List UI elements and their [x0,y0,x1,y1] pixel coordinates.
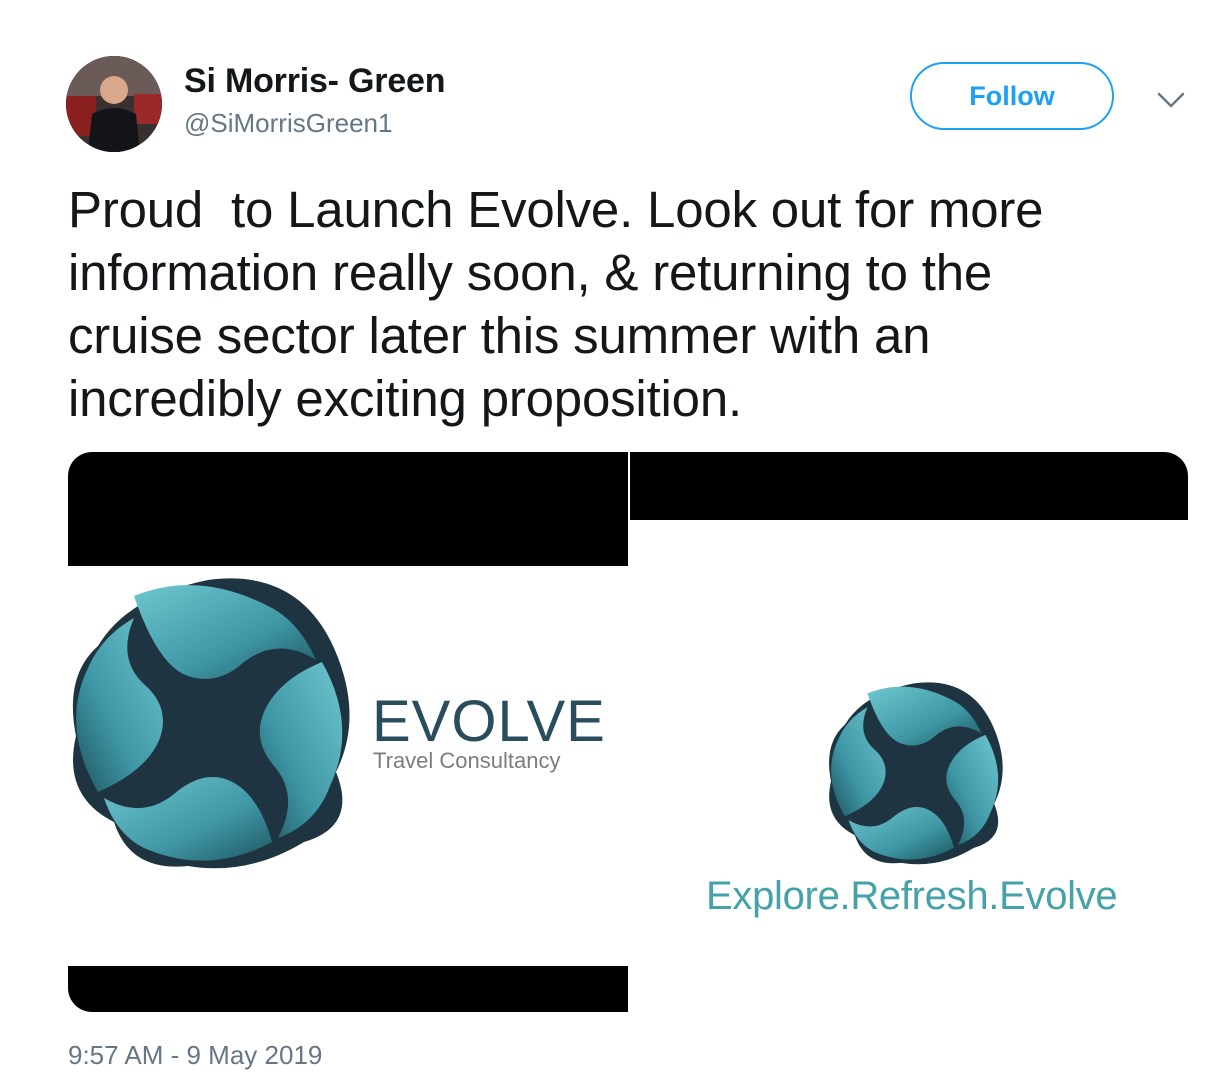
evolve-logo-icon [829,682,1003,865]
media-image-left[interactable]: EVOLVE Travel Consultancy [68,452,628,1012]
avatar[interactable] [66,56,162,152]
follow-button[interactable]: Follow [910,62,1114,130]
display-name[interactable]: Si Morris- Green [184,62,446,101]
evolve-logo-icon [72,578,350,869]
redaction-bar-top [630,452,1188,520]
redaction-bar-bottom [68,966,628,1012]
user-handle[interactable]: @SiMorrisGreen1 [184,108,392,139]
tweet-text: Proud to Launch Evolve. Look out for mor… [68,181,1044,427]
media-image-right[interactable]: Explore.Refresh.Evolve [630,452,1188,1012]
tagline: Explore.Refresh.Evolve [706,874,1118,918]
redaction-bar-top [68,452,628,566]
timestamp[interactable]: 9:57 AM - 9 May 2019 [68,1040,322,1071]
brand-subtitle: Travel Consultancy [373,748,561,773]
brand-name: EVOLVE [372,689,606,754]
chevron-down-icon[interactable] [1155,88,1187,112]
